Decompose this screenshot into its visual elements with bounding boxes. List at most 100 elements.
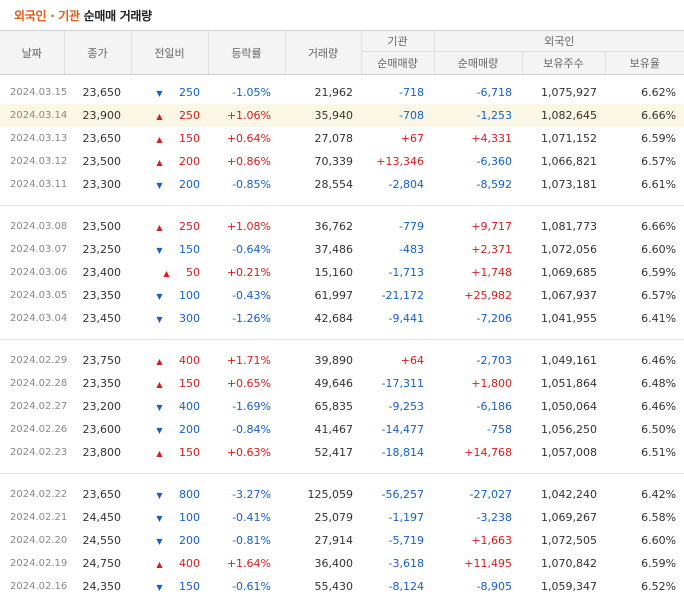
foreign-ratio-cell: 6.46% xyxy=(641,400,677,413)
foreign-net-cell: -6,718 xyxy=(476,86,512,99)
foreign-net-cell: +4,331 xyxy=(471,132,512,145)
change-cell: ▲ 50 xyxy=(131,261,208,284)
date-cell: 2024.02.21 xyxy=(10,512,68,523)
foreign-ratio-cell: 6.60% xyxy=(641,534,677,547)
change-value: 250 xyxy=(179,220,200,233)
change-value: 400 xyxy=(179,400,200,413)
header-close: 종가 xyxy=(64,30,132,75)
change-cell: ▼ 800 xyxy=(131,483,208,506)
foreign-shares-cell: 1,082,645 xyxy=(522,104,605,127)
table-row: 2024.02.27 23,200 ▼ 400 -1.69% 65,835 -9,253 -… xyxy=(0,395,684,418)
down-triangle-icon: ▼ xyxy=(156,403,163,412)
foreign-net-cell: -2,703 xyxy=(476,354,512,367)
foreign-shares-cell: 1,073,181 xyxy=(541,178,597,191)
rate-cell: +0.21% xyxy=(226,266,271,279)
foreign-net-cell: -8,905 xyxy=(476,580,512,593)
group-gap xyxy=(0,206,684,216)
change-cell: ▲ 150 xyxy=(131,441,208,464)
rate-cell: +1.08% xyxy=(226,220,271,233)
close-cell: 23,300 xyxy=(82,178,122,191)
foreign-net-cell: +11,495 xyxy=(464,557,512,570)
foreign-shares-cell: 1,070,842 xyxy=(541,557,597,570)
up-triangle-icon: ▲ xyxy=(156,223,163,232)
foreign-shares-cell: 1,075,927 xyxy=(541,86,597,99)
close-cell: 23,650 xyxy=(82,132,122,145)
foreign-ratio-cell: 6.50% xyxy=(641,423,677,436)
header-change: 전일비 xyxy=(131,30,209,75)
foreign-net-cell: +1,800 xyxy=(471,377,512,390)
volume-cell: 15,160 xyxy=(314,266,354,279)
volume-cell: 52,417 xyxy=(314,446,354,459)
date-cell: 2024.03.08 xyxy=(10,221,68,232)
table-row: 2024.03.08 23,500 ▲ 250 +1.08% 36,762 -779 +9,… xyxy=(0,215,684,238)
date-cell: 2024.02.29 xyxy=(10,355,68,366)
down-triangle-icon: ▼ xyxy=(156,426,163,435)
volume-cell: 27,914 xyxy=(314,534,354,547)
foreign-ratio-cell: 6.41% xyxy=(641,312,677,325)
close-cell: 23,250 xyxy=(82,243,122,256)
volume-cell: 70,339 xyxy=(314,155,354,168)
trading-volume-table: 날짜 종가 전일비 등락률 거래량 기관 외국인 순매매량 순매매량 보유주수 … xyxy=(0,30,684,598)
foreign-net-cell: -27,027 xyxy=(469,488,512,501)
rate-cell: +0.64% xyxy=(226,132,271,145)
change-value: 100 xyxy=(179,289,200,302)
foreign-net-cell: -758 xyxy=(487,423,512,436)
change-value: 250 xyxy=(179,109,200,122)
rate-cell: -0.61% xyxy=(232,580,271,593)
change-value: 200 xyxy=(179,178,200,191)
table-row: 2024.02.23 23,800 ▲ 150 +0.63% 52,417 -18,814… xyxy=(0,441,684,464)
date-cell: 2024.02.16 xyxy=(10,581,68,592)
rate-cell: -0.81% xyxy=(232,534,271,547)
date-cell: 2024.03.14 xyxy=(0,104,67,127)
inst-net-cell: -21,172 xyxy=(381,289,424,302)
change-cell: ▼ 150 xyxy=(131,575,208,598)
up-triangle-icon: ▲ xyxy=(156,135,163,144)
date-cell: 2024.03.13 xyxy=(10,133,68,144)
header-inst-net: 순매매량 xyxy=(361,51,435,75)
change-cell: ▼ 200 xyxy=(131,529,208,552)
down-triangle-icon: ▼ xyxy=(156,246,163,255)
foreign-shares-cell: 1,050,064 xyxy=(541,400,597,413)
foreign-net-cell: -8,592 xyxy=(476,178,512,191)
header-rate: 등락률 xyxy=(208,30,286,75)
foreign-net-cell: +1,748 xyxy=(471,266,512,279)
inst-net-cell: +13,346 xyxy=(376,155,424,168)
table-row: 2024.03.15 23,650 ▼ 250 -1.05% 21,962 -718 -6,… xyxy=(0,81,684,104)
inst-net-cell: -3,618 xyxy=(388,557,424,570)
volume-cell: 37,486 xyxy=(314,243,354,256)
foreign-shares-cell: 1,081,773 xyxy=(541,220,597,233)
change-value: 800 xyxy=(179,488,200,501)
close-cell: 23,200 xyxy=(82,400,122,413)
close-cell: 23,500 xyxy=(82,220,122,233)
date-cell: 2024.03.06 xyxy=(10,267,68,278)
table-row: 2024.02.26 23,600 ▼ 200 -0.84% 41,467 -14,477… xyxy=(0,418,684,441)
change-value: 200 xyxy=(179,423,200,436)
volume-cell: 65,835 xyxy=(314,400,354,413)
date-cell: 2024.03.11 xyxy=(10,179,68,190)
table-row: 2024.03.05 23,350 ▼ 100 -0.43% 61,997 -21,172… xyxy=(0,284,684,307)
inst-net-cell: -18,814 xyxy=(381,446,424,459)
foreign-net-cell: +2,371 xyxy=(471,243,512,256)
change-cell: ▼ 100 xyxy=(131,284,208,307)
table-row: 2024.03.04 23,450 ▼ 300 -1.26% 42,684 -9,441 -… xyxy=(0,307,684,330)
up-triangle-icon: ▲ xyxy=(156,380,163,389)
change-value: 300 xyxy=(179,312,200,325)
date-cell: 2024.03.04 xyxy=(10,313,68,324)
foreign-shares-cell: 1,067,937 xyxy=(541,289,597,302)
change-cell: ▲ 150 xyxy=(131,127,208,150)
close-cell: 23,350 xyxy=(82,377,122,390)
date-cell: 2024.03.07 xyxy=(10,244,68,255)
header-date: 날짜 xyxy=(0,30,65,75)
close-cell: 24,750 xyxy=(82,557,122,570)
down-triangle-icon: ▼ xyxy=(156,315,163,324)
change-value: 150 xyxy=(179,580,200,593)
foreign-net-cell: -6,186 xyxy=(476,400,512,413)
change-cell: ▲ 150 xyxy=(131,372,208,395)
foreign-ratio-cell: 6.46% xyxy=(641,354,677,367)
table-row: 2024.02.20 24,550 ▼ 200 -0.81% 27,914 -5,719 +… xyxy=(0,529,684,552)
foreign-shares-cell: 1,069,685 xyxy=(541,266,597,279)
change-cell: ▼ 150 xyxy=(131,238,208,261)
change-cell: ▼ 200 xyxy=(131,173,208,196)
change-cell: ▼ 250 xyxy=(131,81,208,104)
foreign-shares-cell: 1,066,821 xyxy=(541,155,597,168)
